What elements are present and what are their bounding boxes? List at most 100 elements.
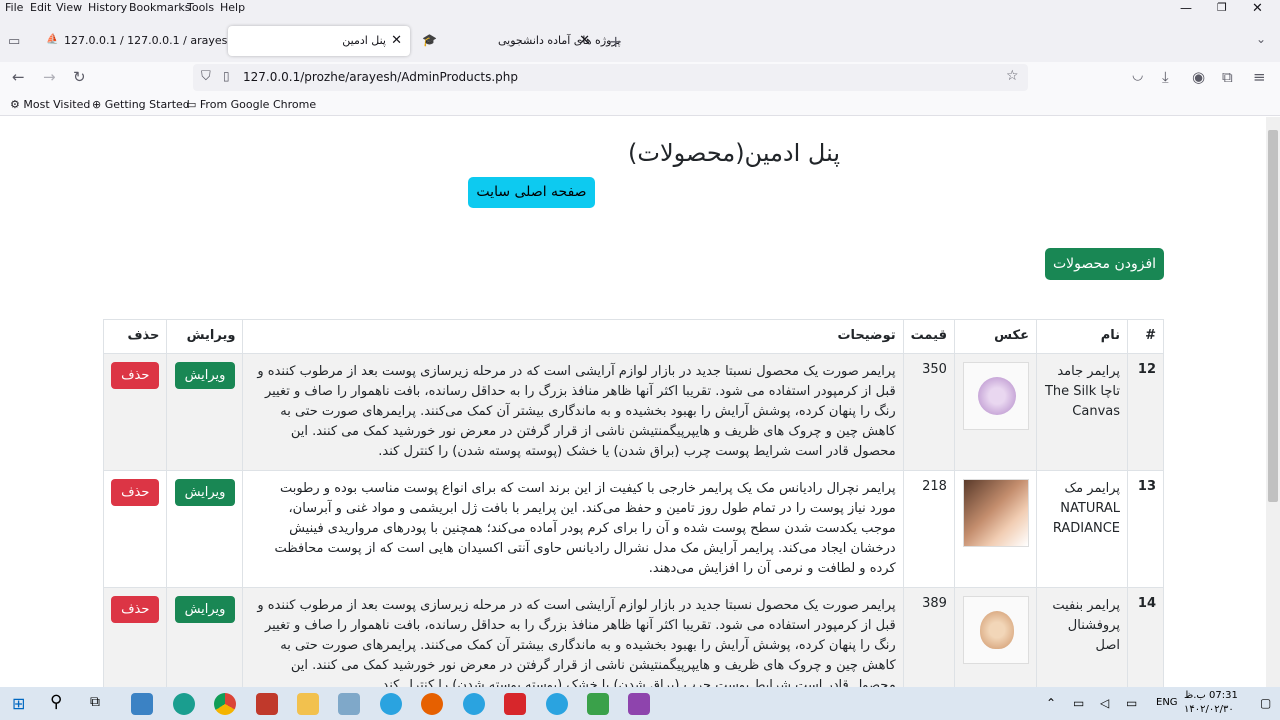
- cream-swatch-graphic: [979, 611, 1014, 649]
- product-image: [962, 479, 1029, 547]
- row-description: پرایمر نچرال رادیانس مک یک پرایمر خارجی …: [242, 470, 904, 588]
- downloads-icon[interactable]: ⤓: [1162, 68, 1169, 86]
- bookmark-folder-chrome[interactable]: ▭ From Google Chrome: [186, 98, 316, 111]
- menu-edit[interactable]: Edit: [30, 1, 51, 14]
- table-row: 14 پرایمر بنفیت پروفشنال اصل 389 پرایمر …: [102, 587, 1164, 687]
- volume-icon[interactable]: ◁: [1100, 696, 1109, 710]
- add-product-button[interactable]: افزودن محصولات: [1045, 248, 1164, 280]
- row-delete-cell: حذف: [102, 353, 168, 471]
- home-page-button[interactable]: صفحه اصلی سایت: [468, 177, 595, 208]
- phpstorm-icon[interactable]: [628, 693, 650, 715]
- bookmark-label: From Google Chrome: [199, 98, 317, 111]
- new-tab-icon[interactable]: +: [609, 32, 622, 51]
- extensions-icon[interactable]: ⧉: [1222, 68, 1233, 86]
- restore-icon[interactable]: ❐: [1217, 1, 1227, 14]
- delete-button[interactable]: حذف: [111, 362, 160, 389]
- store-icon[interactable]: [131, 693, 153, 715]
- page-info-icon[interactable]: ▯: [223, 69, 230, 83]
- notepad-icon[interactable]: [338, 693, 360, 715]
- header-name: نام: [1035, 319, 1129, 354]
- edit-button[interactable]: ویرایش: [174, 596, 236, 623]
- telegram-icon[interactable]: [546, 693, 568, 715]
- table-row: 12 پرایمر جامد تاچا The Silk Canvas 350 …: [102, 353, 1164, 471]
- header-image: عکس: [953, 319, 1037, 354]
- windows-start-icon[interactable]: ⊞: [12, 694, 25, 713]
- model-face-graphic: [963, 480, 1028, 546]
- back-icon[interactable]: ←: [12, 68, 25, 86]
- menu-hamburger-icon[interactable]: ≡: [1253, 68, 1266, 86]
- chevron-up-icon[interactable]: ⌃: [1046, 696, 1056, 710]
- bookmark-most-visited[interactable]: ⚙ Most Visited: [10, 98, 90, 111]
- windows-taskbar: ⊞ ⚲ ⧉ ⌃ ▭ ◁ ▭ ENG 07:31 ب.ظ ۱۴۰۲/۰۲/۳۰ ▢: [0, 687, 1280, 720]
- bookmark-star-icon[interactable]: ☆: [1006, 68, 1019, 84]
- clock-date[interactable]: ۱۴۰۲/۰۲/۳۰: [1184, 704, 1234, 715]
- row-price: 350: [902, 353, 955, 471]
- row-description: پرایمر صورت یک محصول نسبتا جدید در بازار…: [242, 587, 904, 687]
- menu-tools[interactable]: Tools: [187, 1, 214, 14]
- notifications-icon[interactable]: ▢: [1260, 696, 1271, 710]
- chrome-icon[interactable]: [214, 693, 236, 715]
- menu-history[interactable]: History: [88, 1, 127, 14]
- row-delete-cell: حذف: [102, 587, 168, 687]
- row-id: 13: [1127, 470, 1164, 588]
- url-bar[interactable]: ⛉ ▯ 127.0.0.1/prozhe/arayesh/AdminProduc…: [193, 64, 1028, 91]
- header-description: توضیحات: [242, 319, 904, 354]
- menu-file[interactable]: File: [5, 1, 23, 14]
- row-price: 218: [902, 470, 955, 588]
- pocket-icon[interactable]: ◡: [1132, 68, 1143, 83]
- bookmarks-bar: ⚙ Most Visited ⊕ Getting Started ▭ From …: [0, 94, 1280, 116]
- telegram-icon[interactable]: [380, 693, 402, 715]
- menu-help[interactable]: Help: [220, 1, 245, 14]
- edge-icon[interactable]: [173, 693, 195, 715]
- product-image: [962, 362, 1029, 430]
- scrollbar-thumb[interactable]: [1268, 130, 1278, 502]
- row-edit-cell: ویرایش: [166, 353, 244, 471]
- bookmark-label: Most Visited: [23, 98, 91, 111]
- search-icon[interactable]: ⚲: [50, 692, 62, 712]
- acrobat-icon[interactable]: [504, 693, 526, 715]
- battery-icon[interactable]: ▭: [1126, 696, 1137, 710]
- menu-view[interactable]: View: [56, 1, 82, 14]
- tab-student-projects[interactable]: 🎓 پروژه های آماده دانشجویی ✕: [414, 26, 621, 56]
- url-text[interactable]: 127.0.0.1/prozhe/arayesh/AdminProducts.p…: [243, 70, 518, 84]
- app-icon[interactable]: [587, 693, 609, 715]
- task-view-icon[interactable]: ⧉: [90, 694, 100, 710]
- account-icon[interactable]: ◉: [1192, 68, 1205, 86]
- edit-button[interactable]: ویرایش: [174, 479, 236, 506]
- reload-icon[interactable]: ↻: [73, 68, 86, 86]
- shield-icon[interactable]: ⛉: [201, 69, 211, 84]
- bookmark-label: Getting Started: [104, 98, 190, 111]
- tab-list-icon[interactable]: ▭: [8, 34, 20, 49]
- delete-button[interactable]: حذف: [111, 596, 160, 623]
- row-image-cell: [953, 353, 1037, 471]
- close-window-icon[interactable]: ✕: [1252, 1, 1263, 16]
- tab-admin-panel[interactable]: پنل ادمین ✕: [228, 26, 410, 56]
- tab-phpmyadmin[interactable]: ⛵ 127.0.0.1 / 127.0.0.1 / arayeshi /: [40, 26, 245, 56]
- app-icon[interactable]: [256, 693, 278, 715]
- delete-button[interactable]: حذف: [111, 479, 160, 506]
- forward-icon[interactable]: →: [43, 68, 56, 86]
- menu-bookmarks[interactable]: Bookmarks: [129, 1, 190, 14]
- minimize-icon[interactable]: —: [1180, 1, 1192, 15]
- header-price: قیمت: [902, 319, 955, 354]
- edit-button[interactable]: ویرایش: [174, 362, 236, 389]
- clock-time[interactable]: 07:31 ب.ظ: [1184, 690, 1238, 701]
- tab-label: پروژه های آماده دانشجویی: [498, 34, 621, 47]
- compact-case-graphic: [977, 377, 1016, 415]
- network-icon[interactable]: ▭: [1073, 696, 1084, 710]
- row-price: 389: [902, 587, 955, 687]
- close-tab-icon[interactable]: ✕: [391, 33, 402, 48]
- row-image-cell: [953, 587, 1037, 687]
- page-title: پنل ادمین(محصولات): [627, 139, 840, 167]
- telegram-icon[interactable]: [463, 693, 485, 715]
- bookmark-getting-started[interactable]: ⊕ Getting Started: [92, 98, 190, 111]
- close-tab-icon[interactable]: ✕: [579, 33, 590, 48]
- language-indicator[interactable]: ENG: [1156, 697, 1178, 708]
- header-delete: حذف: [102, 319, 168, 354]
- product-image: [962, 596, 1029, 664]
- phpmyadmin-icon: ⛵: [46, 34, 59, 45]
- file-explorer-icon[interactable]: [297, 693, 319, 715]
- chevron-down-icon[interactable]: ⌄: [1256, 32, 1266, 46]
- firefox-icon[interactable]: [421, 693, 443, 715]
- header-id: #: [1127, 319, 1164, 354]
